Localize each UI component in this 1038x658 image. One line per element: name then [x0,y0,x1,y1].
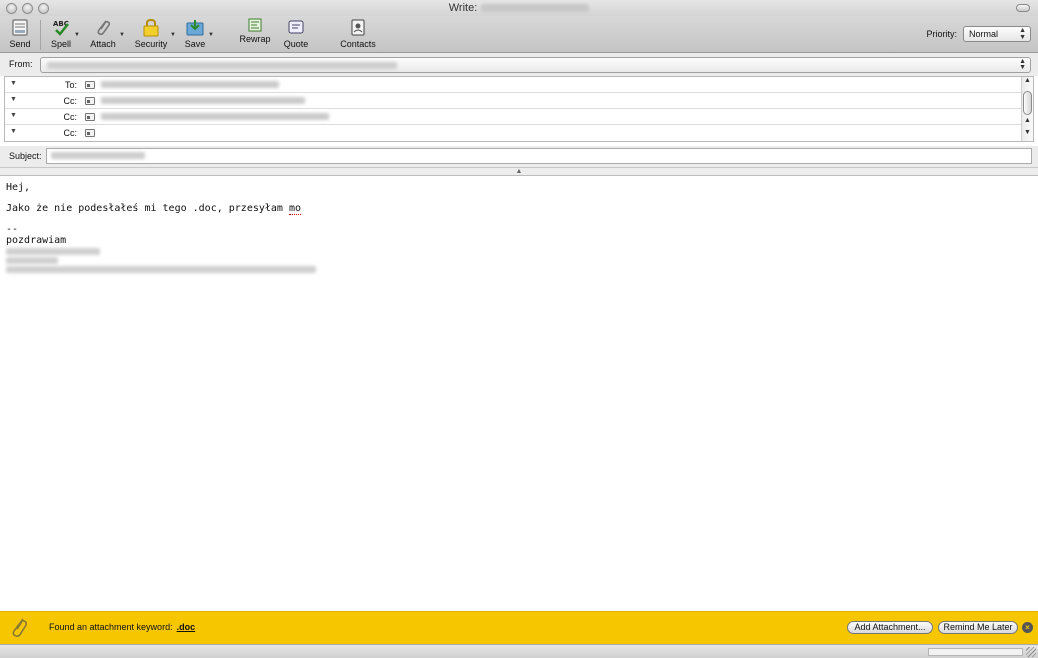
body-line-text: Jako że nie podesłałeś mi tego .doc, prz… [6,203,289,214]
security-button[interactable]: Security [133,18,169,49]
status-field [928,648,1023,656]
priority-value: Normal [969,29,999,39]
lock-icon [143,18,159,37]
toolbar-toggle-button[interactable] [1016,4,1030,12]
updown-arrows-icon: ▲ ▼ [1019,27,1026,41]
recipient-row[interactable]: ▼ Cc: [5,125,1023,141]
from-select[interactable]: ▲ ▼ [40,57,1031,73]
save-icon [186,20,204,36]
subject-label: Subject: [9,151,42,161]
spell-label: Spell [50,39,71,49]
security-label: Security [134,39,168,49]
signature-title-redacted [6,257,58,264]
misspelled-word[interactable]: mo [288,203,302,215]
contacts-button[interactable]: Contacts [338,18,378,49]
spell-button[interactable]: ABC Spell [48,18,74,49]
contact-card-icon [85,129,95,137]
rewrap-button[interactable]: Rewrap [238,18,272,44]
paperclip-icon [12,618,28,637]
attach-label: Attach [90,39,116,49]
subject-row: Subject: [0,146,1038,168]
subject-input[interactable] [46,148,1032,164]
close-icon[interactable]: × [1022,622,1033,633]
recipient-type-label: Cc: [63,128,78,138]
recipients-scrollbar[interactable]: ▲ ▲ ▼ [1021,77,1033,141]
save-button[interactable]: Save [183,18,207,49]
signature-contact-redacted [6,266,316,273]
recipients-list: ▼ To: ▼ Cc: ▼ Cc: ▼ Cc: ▲ ▲ ▼ [4,76,1034,142]
attach-button[interactable]: Attach [88,18,118,49]
recipient-row[interactable]: ▼ Cc: [5,93,1023,109]
updown-arrows-icon: ▲ ▼ [1019,58,1026,71]
paperclip-icon [97,20,111,36]
signature-name-redacted [6,248,100,255]
priority-select[interactable]: Normal ▲ ▼ [963,26,1031,42]
window-title: Write: [0,2,1038,14]
address-book-icon [351,19,365,36]
body-greeting: Hej, [6,182,31,193]
attachment-keyword: .doc [176,622,196,632]
spell-dropdown-arrow[interactable]: ▼ [74,32,80,38]
spellcheck-icon: ABC [53,20,69,36]
title-bar: Write: [0,0,1038,16]
recipient-type-label: To: [64,80,77,90]
window-title-prefix: Write: [448,2,478,14]
subject-redacted [51,152,145,159]
attachment-reminder-bar: Found an attachment keyword: .doc Add Att… [0,611,1038,644]
send-button[interactable]: Send [6,18,34,49]
attachment-reminder-text: Found an attachment keyword: .doc [49,622,195,632]
body-line: Jako że nie podesłałeś mi tego .doc, prz… [6,203,1032,215]
from-row: From: ▲ ▼ [0,53,1038,76]
contact-card-icon [85,113,95,121]
recipient-type-dropdown-icon[interactable]: ▼ [10,112,17,119]
window-title-redacted [481,4,590,13]
rewrap-label: Rewrap [239,34,271,44]
send-icon [12,19,28,36]
scroll-thumb[interactable] [1023,91,1032,115]
add-attachment-button[interactable]: Add Attachment... [847,621,933,634]
recipient-address-redacted [101,97,305,104]
from-label: From: [9,59,33,69]
quote-icon [288,20,304,34]
quote-label: Quote [283,39,309,49]
recipient-address-redacted [101,81,279,88]
rewrap-icon [248,18,262,32]
recipient-type-dropdown-icon[interactable]: ▼ [10,128,17,135]
recipient-type-dropdown-icon[interactable]: ▼ [10,96,17,103]
recipient-type-dropdown-icon[interactable]: ▼ [10,80,17,87]
attachment-reminder-message: Found an attachment keyword: [49,622,173,632]
header-splitter[interactable]: ▲ [0,168,1038,176]
from-address-redacted [47,62,397,69]
send-label: Send [9,39,31,49]
contact-card-icon [85,81,95,89]
security-dropdown-arrow[interactable]: ▼ [170,32,176,38]
recipient-address-redacted [101,113,329,120]
signature-separator: -- [6,224,19,235]
quote-button[interactable]: Quote [281,18,311,49]
scroll-down-arrow-icon[interactable]: ▼ [1024,129,1031,136]
contacts-label: Contacts [340,39,376,49]
message-body[interactable]: Hej, Jako że nie podesłałeś mi tego .doc… [0,178,1038,611]
save-dropdown-arrow[interactable]: ▼ [208,32,214,38]
toolbar: Send ABC Spell ▼ Attach ▼ Security ▼ Sav… [0,16,1038,53]
recipient-type-label: Cc: [63,96,78,106]
scroll-up-arrow-icon[interactable]: ▲ [1024,77,1031,84]
scroll-up-arrow-icon[interactable]: ▲ [1024,117,1031,124]
contact-card-icon [85,97,95,105]
signature-regards: pozdrawiam [6,235,67,246]
resize-grip-icon[interactable] [1026,647,1036,657]
save-label: Save [184,39,206,49]
status-bar [0,644,1038,658]
priority-label: Priority: [926,29,957,39]
remind-me-later-button[interactable]: Remind Me Later [938,621,1018,634]
recipient-row[interactable]: ▼ To: [5,77,1023,93]
toolbar-separator [40,20,41,50]
recipient-type-label: Cc: [63,112,78,122]
recipient-row[interactable]: ▼ Cc: [5,109,1023,125]
attach-dropdown-arrow[interactable]: ▼ [119,32,125,38]
